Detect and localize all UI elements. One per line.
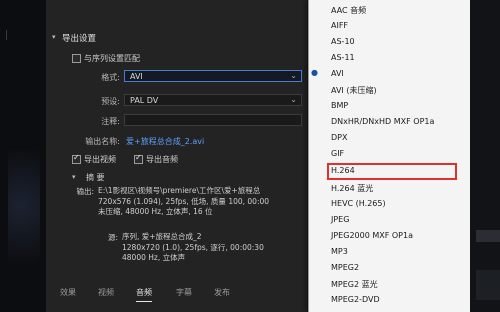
preview-thumb: [476, 230, 500, 242]
format-option-mpeg2-bluray[interactable]: MPEG2 蓝光: [331, 279, 378, 290]
format-option-hevc[interactable]: HEVC (H.265): [331, 199, 386, 208]
format-option-h264-bluray[interactable]: H.264 蓝光: [331, 183, 373, 194]
collapse-chevron-icon[interactable]: ▾: [52, 33, 56, 41]
format-label: 格式:: [101, 73, 120, 82]
preset-label: 预设:: [101, 97, 120, 106]
output-line: 720x576 (1.094), 25fps, 低场, 质量 100, 00:0…: [98, 196, 270, 206]
timeline-tick: [6, 30, 7, 40]
output-line: 未压缩, 48000 Hz, 立体声, 16 位: [98, 207, 213, 216]
match-sequence-label: 与序列设置匹配: [84, 54, 140, 63]
format-option-aiff[interactable]: AIFF: [331, 21, 348, 30]
format-dropdown-list: ● AAC 音频 AIFF AS-10 AS-11 AVI AVI (未压缩) …: [308, 0, 471, 312]
summary-title: 摘 要: [86, 173, 105, 182]
format-option-dnxhr[interactable]: DNxHR/DNxHD MXF OP1a: [331, 117, 434, 126]
tab-publish[interactable]: 发布: [214, 287, 230, 298]
format-option-mp3[interactable]: MP3: [331, 247, 348, 256]
export-video-checkbox[interactable]: [72, 153, 81, 164]
preview-thumb: [476, 270, 500, 300]
highlight-box: [327, 163, 457, 180]
chevron-down-icon: ⌄: [290, 71, 297, 80]
tab-effects[interactable]: 效果: [60, 287, 76, 298]
output-name-label: 输出名称:: [85, 137, 120, 146]
preview-frame: [8, 150, 40, 290]
export-settings-panel: ▾ 导出设置 与序列设置匹配 格式: AVI ⌄ 预设: PAL DV ⌄ 注释…: [46, 0, 310, 312]
format-option-mpeg2-dvd[interactable]: MPEG2-DVD: [331, 295, 380, 304]
format-option-jpeg2000[interactable]: JPEG2000 MXF OP1a: [331, 231, 413, 240]
summary-chevron-icon[interactable]: ▾: [72, 173, 76, 181]
left-preview-strip: [0, 0, 46, 312]
output-summary-label: 输出:: [76, 187, 94, 196]
source-line: 48000 Hz, 立体声: [122, 253, 186, 262]
format-option-as10[interactable]: AS-10: [331, 37, 355, 46]
preset-select[interactable]: PAL DV ⌄: [124, 94, 302, 106]
format-value: AVI: [130, 72, 143, 81]
selected-bullet-icon: ●: [311, 68, 318, 77]
tab-audio[interactable]: 音频: [136, 287, 152, 302]
source-line: 1280x720 (1.0), 25fps, 逐行, 00:00:30: [122, 242, 264, 252]
output-summary: E:\1影视区\视频号\premiere\工作区\爱+旅程总 720x576 (…: [98, 186, 269, 218]
format-option-avi-uncompressed[interactable]: AVI (未压缩): [331, 85, 377, 96]
source-line: 序列, 爱+旅程总合成_2: [122, 232, 202, 241]
output-name-link[interactable]: 爱+旅程总合成_2.avi: [126, 136, 204, 147]
output-line: E:\1影视区\视频号\premiere\工作区\爱+旅程总: [98, 186, 261, 195]
comment-label: 注释:: [101, 117, 120, 126]
panel-title: 导出设置: [62, 34, 97, 44]
settings-tabs: 效果 视频 音频 字幕 发布: [46, 284, 310, 302]
preset-value: PAL DV: [130, 96, 159, 105]
export-video-label: 导出视频: [84, 155, 116, 164]
comment-input[interactable]: [124, 114, 302, 126]
export-audio-checkbox[interactable]: [134, 153, 143, 164]
format-option-gif[interactable]: GIF: [331, 149, 344, 158]
format-option-jpeg[interactable]: JPEG: [331, 215, 349, 224]
format-option-aac[interactable]: AAC 音频: [331, 5, 366, 16]
format-option-as11[interactable]: AS-11: [331, 53, 355, 62]
source-summary: 序列, 爱+旅程总合成_2 1280x720 (1.0), 25fps, 逐行,…: [122, 232, 264, 264]
right-preview-strip: [470, 0, 500, 312]
format-option-avi[interactable]: AVI: [331, 69, 344, 78]
format-option-bmp[interactable]: BMP: [331, 101, 348, 110]
match-sequence-checkbox[interactable]: [72, 54, 81, 63]
format-option-dpx[interactable]: DPX: [331, 133, 347, 142]
tab-video[interactable]: 视频: [98, 287, 114, 298]
tab-captions[interactable]: 字幕: [176, 287, 192, 298]
format-option-mpeg2[interactable]: MPEG2: [331, 263, 359, 272]
source-summary-label: 源:: [107, 233, 118, 242]
chevron-down-icon: ⌄: [290, 95, 297, 104]
format-select[interactable]: AVI ⌄: [124, 70, 302, 82]
export-audio-label: 导出音频: [146, 155, 178, 164]
